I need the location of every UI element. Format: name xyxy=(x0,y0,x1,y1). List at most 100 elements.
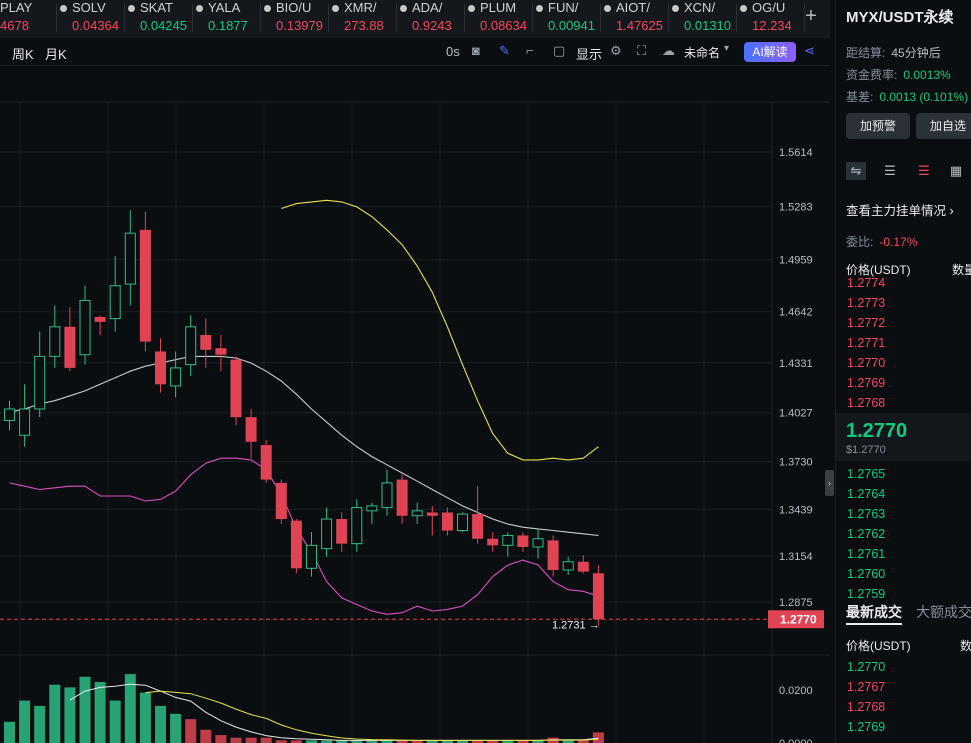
add-tab-button[interactable]: + xyxy=(798,4,824,30)
ticker-symbol: OG/U xyxy=(752,0,786,15)
tab-latest-trades[interactable]: 最新成交 xyxy=(846,604,902,625)
volume-bar xyxy=(79,676,91,743)
ticker-item[interactable]: PLAY 4678 xyxy=(0,0,57,38)
candle-body xyxy=(34,355,46,410)
candle-body xyxy=(381,482,393,509)
ticker-price: 4678 xyxy=(0,18,29,33)
bid-row[interactable]: 1.2761 xyxy=(847,547,885,561)
expand-icon[interactable]: ▢ xyxy=(553,43,565,59)
y-tick-label: 1.4331 xyxy=(779,358,813,370)
coin-icon xyxy=(60,5,67,12)
ticker-item[interactable]: SKAT 0.04245 xyxy=(124,0,193,38)
main-orders-link[interactable]: 查看主力挂单情况 › xyxy=(846,200,954,219)
orderbook-list-icon[interactable]: ☰ xyxy=(880,162,900,180)
candle-body xyxy=(124,232,136,285)
collapse-panel-handle[interactable]: › xyxy=(825,470,834,496)
month-k-button[interactable]: 月K xyxy=(45,44,67,63)
ask-row[interactable]: 1.2773 xyxy=(847,296,885,310)
bid-row[interactable]: 1.2759 xyxy=(847,587,885,601)
funding-value: 0.0013% xyxy=(903,68,951,82)
bid-row[interactable]: 1.2763 xyxy=(847,507,885,521)
trade-row: 1.2769 xyxy=(847,720,886,734)
ticker-item[interactable]: BIO/U 0.13979 xyxy=(260,0,329,38)
qty-header: 数量 xyxy=(952,263,971,277)
ask-row[interactable]: 1.2772 xyxy=(847,316,885,330)
candle-body xyxy=(64,326,76,368)
kline-chart[interactable]: 1.5614 1.5283 1.4959 1.4642 1.4331 1.4027 1.37… xyxy=(0,66,830,743)
volume-tick-label: 0.0200 xyxy=(779,685,813,697)
candle-body xyxy=(139,229,151,342)
trade-row: 1.2767 xyxy=(847,680,886,694)
countdown-label[interactable]: 0s xyxy=(446,44,460,59)
y-tick-label: 1.5614 xyxy=(779,147,813,159)
volume-bar xyxy=(170,713,182,743)
ask-row[interactable]: 1.2770 xyxy=(847,356,885,370)
ticker-item[interactable]: XCN/0.01310 xyxy=(668,0,737,38)
ticker-item[interactable]: SOLV 0.04364 xyxy=(56,0,125,38)
candle-body xyxy=(336,519,348,544)
chart-bg xyxy=(0,66,830,743)
ai-interpret-button[interactable]: AI解读 xyxy=(744,42,796,62)
candle-body xyxy=(532,538,544,548)
ratio-label: 委比: xyxy=(846,235,874,249)
bid-row[interactable]: 1.2762 xyxy=(847,527,885,541)
chevron-down-icon[interactable]: ▾ xyxy=(724,43,729,54)
display-button[interactable]: 显示 xyxy=(576,44,602,63)
orderbook-both-icon[interactable]: ⇋ xyxy=(846,162,866,180)
chevron-right-icon: › xyxy=(946,204,954,218)
ticker-item[interactable]: XMR/273.88 xyxy=(328,0,397,38)
pencil-icon[interactable]: ✎ xyxy=(499,43,510,59)
week-k-button[interactable]: 周K xyxy=(12,44,34,63)
ticker-item[interactable]: ADA/0.9243 xyxy=(396,0,465,38)
bid-row[interactable]: 1.2760 xyxy=(847,567,885,581)
volume-bar xyxy=(260,737,272,743)
layout-name-select[interactable]: 未命名 xyxy=(684,44,720,61)
orderbook-grid-icon[interactable]: ▦ xyxy=(946,162,966,180)
ticker-price: 273.88 xyxy=(344,18,384,33)
ask-row[interactable]: 1.2774 xyxy=(847,276,885,290)
funding-row: 资金费率: 0.0013% xyxy=(846,66,951,83)
cloud-icon[interactable]: ☁ xyxy=(662,43,675,59)
add-alert-button[interactable]: 加预警 xyxy=(846,113,910,139)
share-icon[interactable]: ⋖ xyxy=(804,43,815,59)
ticker-price: 0.1877 xyxy=(208,18,248,33)
y-tick-label: 1.3439 xyxy=(779,504,813,516)
candlestick-svg[interactable]: 1.5614 1.5283 1.4959 1.4642 1.4331 1.4027 1.37… xyxy=(0,66,830,743)
bid-row[interactable]: 1.2764 xyxy=(847,487,885,501)
ask-row[interactable]: 1.2771 xyxy=(847,336,885,350)
crop-icon[interactable]: ⌐ xyxy=(526,43,534,58)
candle-body xyxy=(94,316,106,322)
mid-price: 1.2770 xyxy=(846,420,908,442)
ticker-price: 1.47625 xyxy=(616,18,663,33)
add-favorite-button[interactable]: 加自选 xyxy=(916,113,971,139)
coin-icon xyxy=(128,5,135,12)
ratio-row: 委比: -0.17% xyxy=(846,233,917,250)
ticker-item[interactable]: PLUM 0.08634 xyxy=(464,0,533,38)
volume-bar xyxy=(64,687,76,743)
orderbook-asks-icon[interactable]: ☰ xyxy=(914,162,934,180)
chart-toolbar: 周K 月K 0s ◙ ✎ ⌐ ▢ 显示 ⚙ ⛶ ☁ 未命名 ▾ ⋖ xyxy=(0,38,830,66)
ticker-item[interactable]: FUN/0.00941 xyxy=(532,0,601,38)
ticker-item[interactable]: OG/U 12.234 xyxy=(736,0,805,38)
ticker-symbol: BIO/U xyxy=(276,0,312,15)
bid-row[interactable]: 1.2765 xyxy=(847,467,885,481)
ask-row[interactable]: 1.2769 xyxy=(847,376,885,390)
gear-icon[interactable]: ⚙ xyxy=(610,43,622,59)
camera-icon[interactable]: ◙ xyxy=(472,43,480,58)
candle-body xyxy=(185,326,197,366)
ticker-symbol: SOLV xyxy=(72,0,106,15)
candle-body xyxy=(321,518,333,550)
candle-body xyxy=(19,408,31,436)
ticker-item[interactable]: YALA 0.1877 xyxy=(192,0,261,38)
settle-label: 距结算: xyxy=(846,46,886,60)
fullscreen-icon[interactable]: ⛶ xyxy=(637,43,646,59)
ticker-symbol: YALA xyxy=(208,0,241,15)
ask-row[interactable]: 1.2768 xyxy=(847,396,885,410)
volume-bar xyxy=(49,684,61,743)
coin-icon xyxy=(740,5,747,12)
orderbook-view-switcher: ⇋ ☰ ☰ ▦ xyxy=(846,162,971,182)
tab-big-trades[interactable]: 大额成交 xyxy=(916,604,971,620)
candle-body xyxy=(155,351,166,385)
coin-icon xyxy=(672,5,679,12)
ticker-item[interactable]: AIOT/1.47625 xyxy=(600,0,669,38)
